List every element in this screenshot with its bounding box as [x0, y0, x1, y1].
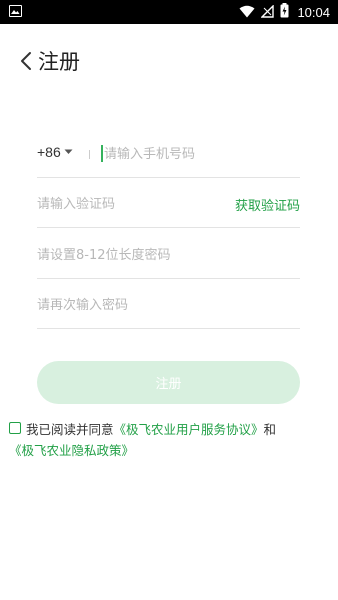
- status-bar: 10:04: [0, 0, 338, 24]
- confirm-password-row: [37, 279, 300, 329]
- chevron-left-icon: [21, 52, 31, 70]
- app-header: 注册: [0, 40, 338, 84]
- agreement-text: 我已阅读并同意《极飞农业用户服务协议》和《极飞农业隐私政策》: [9, 419, 316, 461]
- register-button[interactable]: 注册: [37, 361, 300, 404]
- agreement-conjunction: 和: [263, 422, 277, 437]
- agreement-prefix: 我已阅读并同意: [26, 422, 114, 437]
- country-code: +86: [37, 144, 61, 160]
- wifi-icon: [239, 3, 255, 22]
- get-code-button[interactable]: 获取验证码: [235, 195, 300, 214]
- caret-down-icon: [64, 149, 73, 154]
- country-code-selector[interactable]: +86: [37, 144, 73, 160]
- verification-code-input[interactable]: [37, 194, 217, 214]
- privacy-policy-link[interactable]: 《极飞农业隐私政策》: [9, 443, 134, 458]
- image-icon: [9, 5, 22, 17]
- phone-input[interactable]: [104, 144, 294, 164]
- phone-row: +86: [37, 128, 300, 178]
- divider: [89, 150, 90, 159]
- signal-icon: [260, 3, 275, 22]
- confirm-password-input[interactable]: [37, 295, 297, 315]
- page-title: 注册: [38, 50, 80, 74]
- text-cursor: [101, 145, 103, 162]
- password-input[interactable]: [37, 245, 297, 265]
- user-agreement-link[interactable]: 《极飞农业用户服务协议》: [114, 422, 264, 437]
- clock-time: 10:04: [297, 4, 330, 20]
- password-row: [37, 229, 300, 279]
- battery-icon: [280, 2, 289, 22]
- back-button[interactable]: [14, 48, 38, 74]
- agreement-checkbox[interactable]: [9, 422, 21, 434]
- code-row: 获取验证码: [37, 178, 300, 228]
